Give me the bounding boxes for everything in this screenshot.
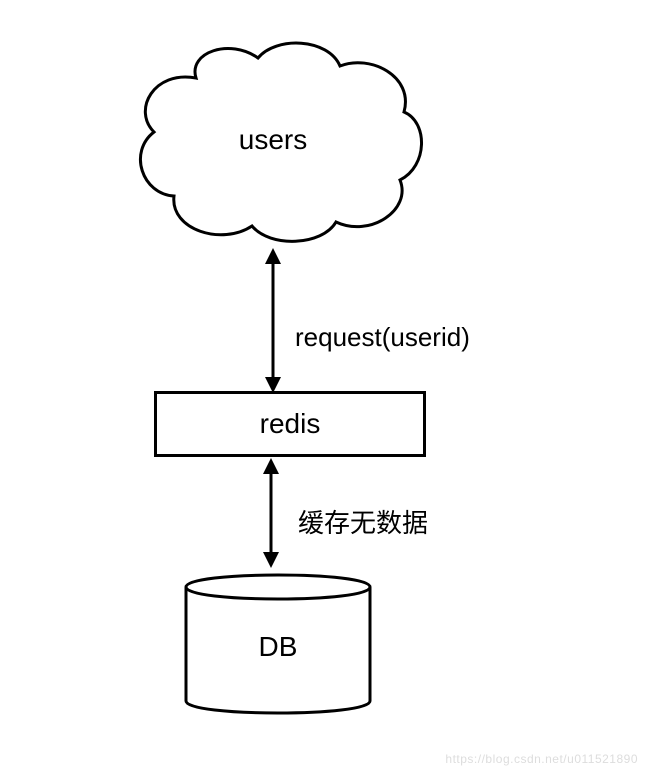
arrow-redis-db <box>256 458 286 568</box>
db-node: DB <box>182 567 374 721</box>
double-arrow-icon <box>256 458 286 568</box>
watermark-text: https://blog.csdn.net/u011521890 <box>445 752 638 766</box>
redis-node: redis <box>154 391 426 457</box>
users-label: users <box>239 124 307 156</box>
cache-miss-label: 缓存无数据 <box>298 503 428 540</box>
architecture-diagram: users request(userid) redis 缓存无数据 DB htt… <box>0 0 646 774</box>
request-label: request(userid) <box>295 322 470 353</box>
db-label: DB <box>259 631 298 663</box>
users-cloud-node: users <box>118 30 428 250</box>
redis-label: redis <box>260 408 321 440</box>
arrow-users-redis <box>258 248 288 393</box>
double-arrow-icon <box>258 248 288 393</box>
